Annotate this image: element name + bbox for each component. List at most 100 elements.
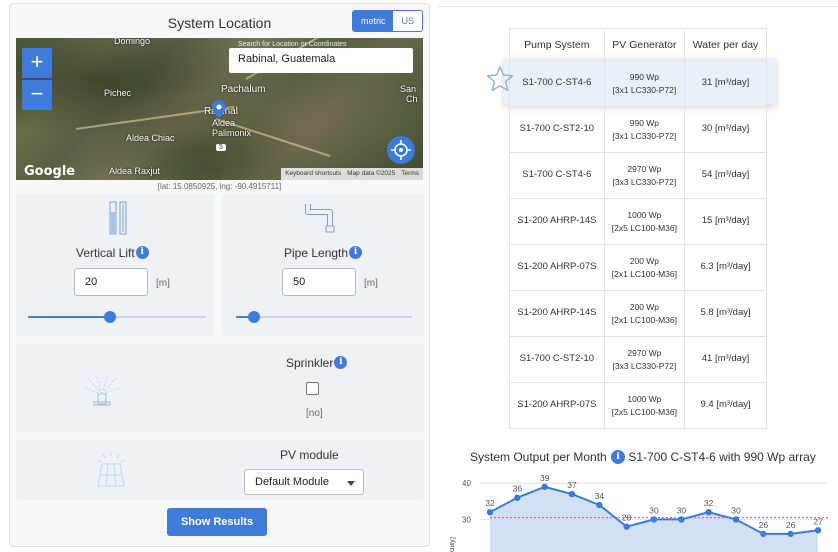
data-point [486, 508, 494, 516]
pv-generator-power: 990 Wp [629, 117, 660, 128]
table-row[interactable]: S1-700 C-ST2-10 2970 Wp [3x3 LC330-P72] 41 … [509, 336, 767, 383]
data-point [705, 508, 712, 516]
pipe-length-input[interactable]: 50 [282, 268, 356, 296]
location-header: System Location metric US [10, 4, 429, 40]
pv-generator-cell: 200 Wp [2x1 LC100-M36] [603, 244, 686, 291]
unit-metric-button[interactable]: metric [352, 11, 394, 31]
pv-generator-config: [3x1 LC330-P72] [612, 84, 677, 95]
pv-module-label: PV module [280, 448, 339, 462]
data-point [732, 516, 740, 523]
pv-module-select[interactable]: Default Module [244, 469, 364, 495]
water-per-day-cell: 6.3 [m³/day] [684, 244, 767, 291]
column-header[interactable]: Water per day [684, 28, 767, 61]
y-tick-label: 30 [462, 515, 471, 524]
pump-system-cell: S1-200 AHRP-14S [509, 290, 605, 337]
data-point [541, 483, 548, 491]
table-row[interactable]: S1-200 AHRP-07S 1000 Wp [2x5 LC100-M36] 9.4… [509, 382, 767, 429]
solar-panel-icon [97, 452, 125, 487]
map-label: Aldea Chiac [126, 133, 175, 143]
pump-system-cell: S1-700 C-ST4-6 [509, 152, 605, 199]
terms-link[interactable]: Terms [401, 170, 419, 178]
vertical-lift-unit: [m] [156, 278, 170, 289]
pump-system-cell: S1-700 C-ST4-6 [509, 60, 605, 107]
data-point [650, 516, 658, 523]
crosshair-icon [391, 140, 411, 160]
pv-generator-power: 1000 Wp [627, 393, 662, 404]
zoom-out-button[interactable]: − [22, 80, 52, 110]
vertical-lift-icon [109, 201, 127, 235]
data-label: 30 [649, 505, 659, 515]
table-row[interactable]: S1-700 C-ST2-10 990 Wp [3x1 LC330-P72] 30 [… [509, 106, 767, 153]
vertical-lift-input[interactable]: 20 [74, 268, 148, 296]
location-pin-icon[interactable] [212, 100, 226, 118]
map-label: Palimonix [212, 128, 252, 138]
pump-system-cell: S1-200 AHRP-07S [509, 244, 605, 291]
zoom-in-button[interactable]: + [22, 48, 52, 78]
water-per-day-cell: 31 [m³/day] [684, 60, 767, 107]
water-per-day-cell: 9.4 [m³/day] [684, 382, 767, 429]
google-logo: Google [24, 164, 76, 179]
vertical-lift-card: Vertical Lift i 20 [m] [16, 194, 214, 336]
table-row[interactable]: S1-200 AHRP-14S 1000 Wp [2x5 LC100-M36] 15 … [509, 198, 767, 245]
unit-us-button[interactable]: US [393, 11, 422, 31]
data-point [760, 530, 767, 538]
pv-generator-cell: 1000 Wp [2x5 LC100-M36] [603, 198, 686, 245]
table-row[interactable]: S1-200 AHRP-14S 200 Wp [2x1 LC100-M36] 5.8 … [509, 290, 767, 337]
sprinkler-label: Sprinkler i [286, 356, 348, 370]
pump-system-cell: S1-200 AHRP-07S [509, 382, 605, 429]
results-table: Pump System PV Generator Water per day S… [509, 28, 767, 429]
vertical-lift-slider[interactable] [28, 311, 206, 323]
vertical-lift-info-icon[interactable]: i [135, 246, 149, 259]
data-point [596, 501, 603, 509]
data-label: 36 [513, 484, 523, 494]
table-row[interactable]: S1-700 C-ST4-6 990 Wp [3x1 LC330-P72] 31 [m… [509, 60, 767, 107]
pv-generator-config: [3x1 LC330-P72] [612, 130, 677, 141]
data-label: 32 [485, 498, 495, 508]
locate-me-button[interactable] [387, 136, 415, 164]
table-row[interactable]: S1-200 AHRP-07S 200 Wp [2x1 LC100-M36] 6.3 … [509, 244, 767, 291]
data-point [623, 523, 630, 530]
water-per-day-cell: 15 [m³/day] [684, 198, 767, 245]
column-header[interactable]: PV Generator [603, 28, 686, 61]
keyboard-shortcuts-link[interactable]: Keyboard shortcuts [285, 170, 341, 178]
pipe-length-slider-thumb[interactable] [247, 311, 260, 323]
sprinkler-icon [83, 373, 121, 406]
pipe-length-text: Pipe Length [284, 246, 349, 260]
data-label: 32 [704, 498, 714, 508]
vertical-lift-slider-thumb[interactable] [103, 311, 116, 323]
map-label: Aldea Raxjut [109, 166, 161, 176]
pipe-length-label: Pipe Length i [284, 246, 363, 260]
column-header[interactable]: Pump System [509, 28, 605, 61]
sprinkler-checkbox[interactable] [306, 382, 319, 395]
data-point [568, 490, 576, 498]
pv-generator-power: 1000 Wp [627, 209, 662, 220]
sprinkler-card: Sprinkler i [no] [16, 344, 424, 432]
pv-generator-power: 990 Wp [629, 71, 660, 82]
water-per-day-cell: 5.8 [m³/day] [684, 290, 767, 337]
data-label: 37 [567, 480, 577, 490]
pv-generator-cell: 990 Wp [3x1 LC330-P72] [603, 60, 686, 107]
pv-generator-config: [2x1 LC100-M36] [611, 314, 677, 325]
sprinkler-info-icon[interactable]: i [334, 356, 348, 369]
water-per-day-cell: 41 [m³/day] [684, 336, 767, 383]
location-map[interactable]: Domingo Pichec Pachalum Rabinal Aldea Pa… [16, 38, 423, 180]
pv-generator-cell: 2970 Wp [3x3 LC330-P72] [603, 152, 686, 199]
show-results-button[interactable]: Show Results [167, 508, 267, 536]
water-per-day-cell: 54 [m³/day] [684, 152, 767, 199]
pv-module-selected: Default Module [255, 476, 329, 488]
map-search-input[interactable]: Rabinal, Guatemala [229, 48, 413, 73]
table-header-row: Pump System PV Generator Water per day [509, 28, 767, 61]
data-label: 26 [759, 520, 769, 530]
configuration-panel: System Location metric US Domingo Pichec… [9, 3, 430, 547]
unit-toggle: metric US [351, 10, 423, 32]
chevron-down-icon [347, 481, 355, 486]
chart-info-icon[interactable]: i [611, 450, 626, 464]
pv-generator-config: [3x3 LC330-P72] [612, 176, 677, 187]
sprinkler-text: Sprinkler [286, 356, 334, 370]
pipe-length-info-icon[interactable]: i [349, 246, 363, 259]
pipe-icon [305, 204, 335, 233]
pipe-length-slider[interactable] [236, 311, 412, 323]
table-row[interactable]: S1-700 C-ST4-6 2970 Wp [3x3 LC330-P72] 54 [… [509, 152, 767, 199]
star-icon[interactable] [486, 66, 514, 92]
pv-generator-config: [3x3 LC330-P72] [612, 360, 677, 371]
